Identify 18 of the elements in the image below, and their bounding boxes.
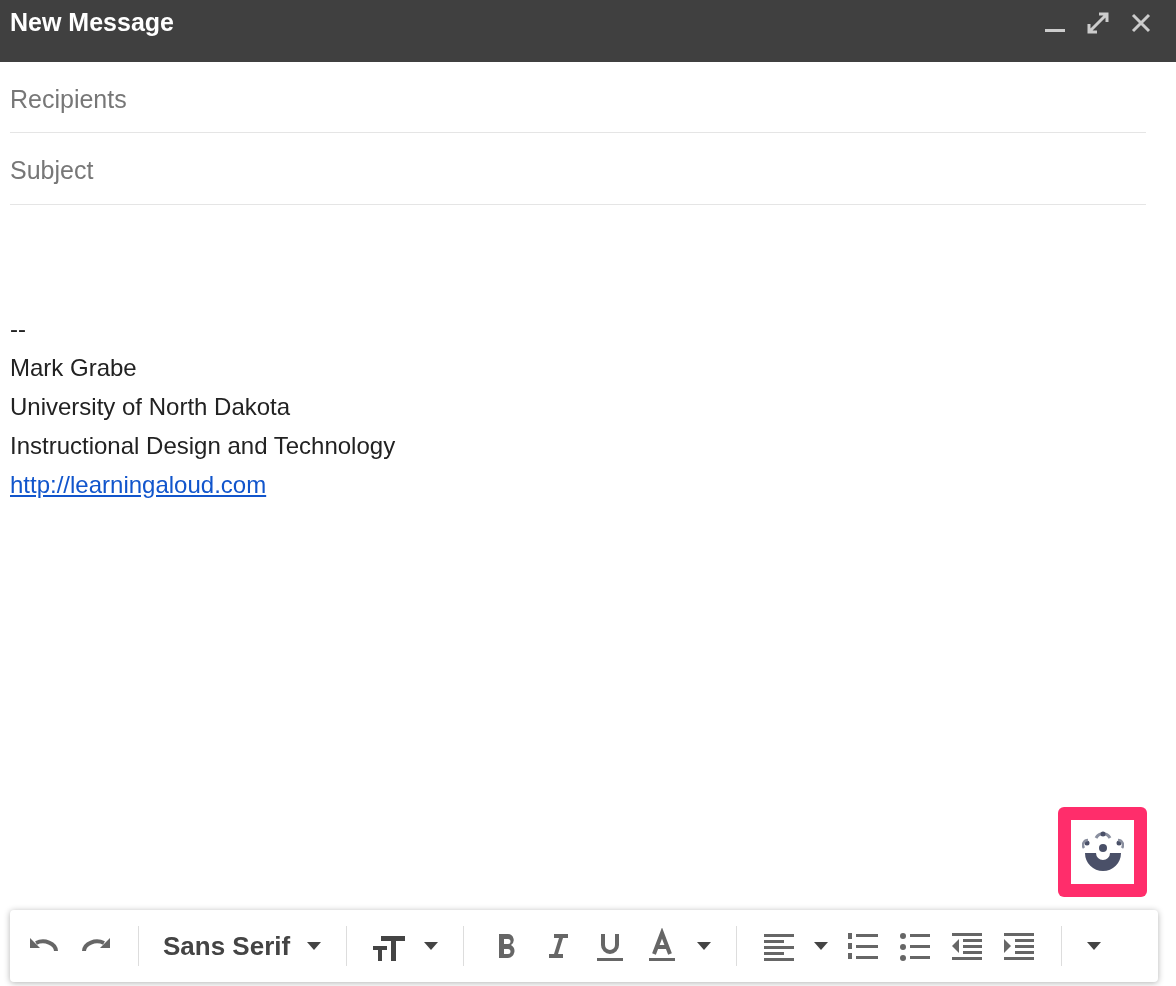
signature-line: -- — [10, 314, 26, 344]
signature-link[interactable]: http://learningaloud.com — [10, 465, 267, 504]
caret-icon[interactable] — [696, 941, 713, 951]
caret-icon[interactable] — [423, 941, 440, 951]
extension-button[interactable] — [1058, 807, 1147, 897]
subject-field[interactable]: Subject — [10, 133, 1146, 205]
caret-icon[interactable] — [813, 941, 830, 951]
signature-line: University of North Dakota — [10, 392, 291, 422]
signature-line: Instructional Design and Technology — [10, 431, 396, 461]
expand-icon[interactable] — [1086, 11, 1110, 35]
signature-line: Mark Grabe — [10, 353, 137, 383]
font-dropdown[interactable]: Sans Serif — [163, 926, 291, 966]
recipients-field[interactable]: Recipients — [10, 62, 1146, 133]
caret-icon[interactable] — [1086, 941, 1103, 951]
caret-icon[interactable] — [306, 941, 323, 951]
logo-icon — [1081, 831, 1124, 873]
window-title: New Message — [10, 7, 174, 39]
close-icon[interactable] — [1130, 12, 1152, 34]
